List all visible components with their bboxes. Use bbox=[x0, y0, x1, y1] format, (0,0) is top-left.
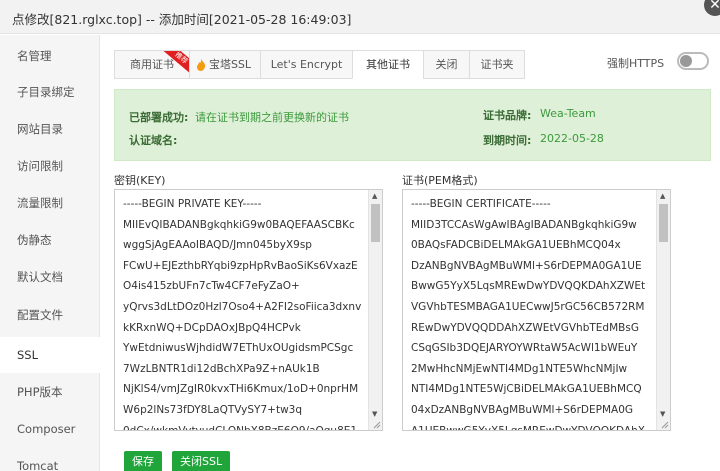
key-line: 7WzLBNTR1di12dBchXPa9Z+nAUk1B bbox=[123, 362, 320, 375]
cert-line: CSqGSIb3DQEJARYOYWRtaW5AcWl1bWEuY bbox=[411, 342, 638, 355]
sidebar: 名管理 子目录绑定 网站目录 访问限制 流量限制 伪静态 默认文档 配置文件 S… bbox=[0, 35, 100, 471]
sidebar-item-subdir[interactable]: 子目录绑定 bbox=[0, 74, 100, 110]
tab-close[interactable]: 关闭 bbox=[423, 50, 469, 79]
tab-other-cert[interactable]: 其他证书 bbox=[352, 50, 423, 79]
tab-label: 其他证书 bbox=[366, 58, 410, 71]
scroll-thumb[interactable] bbox=[659, 204, 668, 242]
toggle-knob bbox=[680, 55, 692, 67]
key-line: 0dCx/wkmVytvudCLONbX8BzE6O9/aQgu8E1 bbox=[123, 424, 358, 431]
resize-grip-icon[interactable] bbox=[659, 419, 669, 429]
cert-line: -----BEGIN CERTIFICATE----- bbox=[411, 198, 551, 210]
tab-cert-folder[interactable]: 证书夹 bbox=[469, 50, 525, 79]
ssl-status-panel: 已部署成功: 请在证书到期之前更换新的证书 证书品牌: Wea-Team 认证域… bbox=[114, 89, 711, 161]
key-line: wggSjAgEAAoIBAQD/Jmn045byX9sp bbox=[123, 239, 312, 252]
scroll-down-icon[interactable]: ▼ bbox=[660, 410, 665, 418]
key-line: yQrvs3dLtDOz0Hzl7Oso4+A2FI2soFiica3dxnv bbox=[123, 300, 362, 313]
cert-brand-value: Wea-Team bbox=[540, 107, 596, 120]
scroll-up-icon[interactable]: ▲ bbox=[372, 192, 377, 200]
close-icon[interactable]: ✕ bbox=[704, 0, 720, 16]
key-line: O4is415zbUFn7cTw4CF7eFyZaO+ bbox=[123, 280, 300, 293]
window-titlebar: 点修改[821.rglxc.top] -- 添加时间[2021-05-28 16… bbox=[0, 0, 720, 34]
sidebar-item-rewrite[interactable]: 伪静态 bbox=[0, 222, 100, 258]
sidebar-item-traffic-limit[interactable]: 流量限制 bbox=[0, 185, 100, 221]
ssl-tabs: 商用证书 推荐 宝塔SSL Let's Encrypt 其他证书 关闭 证书夹 bbox=[114, 50, 525, 79]
cert-line: MIID3TCCAsWgAwIBAgIBADANBgkqhkiG9w bbox=[411, 218, 637, 231]
key-line: NjKlS4/vmJZgIR0kvxTHi6Kmux/1oD+0nprHM bbox=[123, 383, 359, 396]
cert-field-label: 证书(PEM格式) bbox=[402, 174, 478, 187]
tab-label: Let's Encrypt bbox=[270, 58, 343, 71]
cert-line: 2MwHhcNMjEwNTI4MDg1NTE5WhcNMjIw bbox=[411, 362, 628, 375]
tab-lets-encrypt[interactable]: Let's Encrypt bbox=[260, 50, 352, 79]
force-https-label: 强制HTTPS bbox=[607, 57, 665, 70]
window-title: 点修改[821.rglxc.top] -- 添加时间[2021-05-28 16… bbox=[12, 12, 352, 27]
key-scrollbar[interactable]: ▲ ▼ bbox=[368, 190, 382, 430]
scroll-down-icon[interactable]: ▼ bbox=[372, 410, 377, 418]
cert-line: BwwG5YyX5LqsMREwDwYDVQQKDAhXZWEt bbox=[411, 280, 646, 293]
sidebar-item-php-version[interactable]: PHP版本 bbox=[0, 374, 100, 410]
save-button[interactable]: 保存 bbox=[124, 451, 162, 471]
sidebar-item-tomcat[interactable]: Tomcat bbox=[0, 448, 100, 471]
key-line: MIIEvQIBADANBgkqhkiG9w0BAQEFAASCBKc bbox=[123, 218, 355, 231]
sidebar-item-default-doc[interactable]: 默认文档 bbox=[0, 259, 100, 295]
key-line: YwEtdniwusWjhdidW7EThUxOUgidsmPCSgc bbox=[123, 342, 354, 355]
tab-label: 宝塔SSL bbox=[208, 58, 252, 71]
tab-label: 关闭 bbox=[435, 58, 458, 71]
cert-domain-label: 认证域名: bbox=[129, 134, 178, 147]
sidebar-item-composer[interactable]: Composer bbox=[0, 411, 100, 447]
cert-expire-value: 2022-05-28 bbox=[540, 132, 604, 145]
resize-grip-icon[interactable] bbox=[371, 419, 381, 429]
certificate-textarea[interactable]: -----BEGIN CERTIFICATE----- MIID3TCCAsWg… bbox=[402, 189, 671, 431]
close-ssl-button[interactable]: 关闭SSL bbox=[172, 451, 231, 471]
tab-label: 商用证书 bbox=[130, 58, 174, 71]
cert-line: 04xDzANBgNVBAgMBuWMl+S6rDEPMA0G bbox=[411, 403, 634, 416]
cert-lines: -----BEGIN CERTIFICATE----- MIID3TCCAsWg… bbox=[411, 194, 646, 431]
private-key-textarea[interactable]: -----BEGIN PRIVATE KEY----- MIIEvQIBADAN… bbox=[114, 189, 383, 431]
deployed-message: 请在证书到期之前更换新的证书 bbox=[195, 111, 349, 124]
sidebar-item-config[interactable]: 配置文件 bbox=[0, 297, 100, 333]
cert-brand-label: 证书品牌: bbox=[483, 109, 532, 122]
force-https-toggle[interactable] bbox=[677, 52, 709, 70]
key-line: -----BEGIN PRIVATE KEY----- bbox=[123, 198, 262, 210]
deployed-title: 已部署成功: bbox=[129, 111, 189, 124]
tab-label: 证书夹 bbox=[480, 58, 514, 71]
key-line: FCwU+EJEzthbRYqbi9zpHpRvBaoSiKs6VxazE bbox=[123, 259, 358, 272]
cert-scrollbar[interactable]: ▲ ▼ bbox=[656, 190, 670, 430]
tab-commercial-cert[interactable]: 商用证书 推荐 bbox=[114, 50, 189, 79]
tab-bt-ssl[interactable]: 宝塔SSL bbox=[189, 50, 260, 79]
cert-expire-label: 到期时间: bbox=[483, 134, 532, 147]
sidebar-item-domain[interactable]: 名管理 bbox=[0, 38, 100, 74]
key-lines: -----BEGIN PRIVATE KEY----- MIIEvQIBADAN… bbox=[123, 194, 362, 431]
key-line: kKRxnWQ+DCpDAOxJBpQ4HCPvk bbox=[123, 321, 301, 334]
scroll-up-icon[interactable]: ▲ bbox=[660, 192, 665, 200]
key-line: W6p2lNs73fDY8LaQTVySY7+tw3q bbox=[123, 403, 302, 416]
flame-icon bbox=[197, 59, 206, 71]
cert-line: VGVhbTESMBAGA1UECwwJ5rGC56CB572RM bbox=[411, 300, 645, 313]
cert-line: NTI4MDg1NTE5WjCBiDELMAkGA1UEBhMCQ bbox=[411, 383, 642, 396]
sidebar-item-site-dir[interactable]: 网站目录 bbox=[0, 111, 100, 147]
sidebar-item-access-limit[interactable]: 访问限制 bbox=[0, 148, 100, 184]
cert-line: 0BAQsFADCBiDELMAkGA1UEBhMCQ04x bbox=[411, 239, 621, 252]
sidebar-item-ssl[interactable]: SSL bbox=[0, 337, 100, 373]
cert-line: REwDwYDVQQDDAhXZWEtVGVhbTEdMBsG bbox=[411, 321, 639, 334]
cert-line: A1UEBwwG5YyX5LqsMREwDwYDVQQKDAhX bbox=[411, 424, 645, 431]
scroll-thumb[interactable] bbox=[371, 204, 380, 242]
key-field-label: 密钥(KEY) bbox=[114, 174, 166, 187]
cert-line: DzANBgNVBAgMBuWMl+S6rDEPMA0GA1UE bbox=[411, 259, 642, 272]
